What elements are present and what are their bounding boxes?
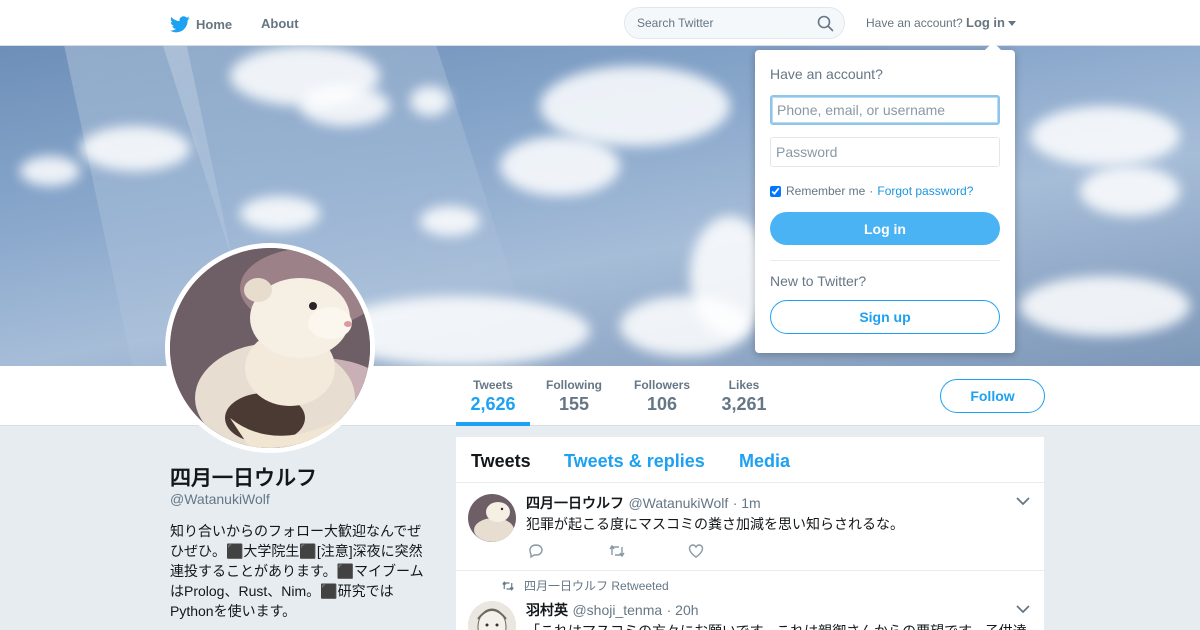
tab-tweets[interactable]: Tweets [471,451,531,472]
tweet-text: 犯罪が起こる度にマスコミの粪さ加減を思い知らされるな。 [526,516,904,532]
stat-likes-label: Likes [728,378,760,392]
stat-likes-value: 3,261 [721,394,767,414]
profile-handle[interactable]: @WatanukiWolf [170,491,270,507]
nav-about-link[interactable]: About [261,16,299,31]
remember-separator: · [869,184,874,198]
timeline-tabs: Tweets Tweets & replies Media [456,437,1044,483]
forgot-password-link[interactable]: Forgot password? [877,184,973,198]
stat-likes[interactable]: Likes 3,261 [716,378,772,415]
tweet-text: 「これはマスコミの方々にお願いです。これは親御さんからの要望です。子供達 [526,621,1027,630]
tweet-author-handle[interactable]: @WatanukiWolf [628,495,728,511]
retweet-icon[interactable] [608,543,688,564]
login-menu-label: Log in [966,15,1005,30]
stat-following[interactable]: Following 155 [540,378,608,415]
tweet-actions [528,543,768,564]
caret-down-icon [1008,20,1016,26]
have-account-text: Have an account? [866,16,963,30]
search-icon[interactable] [817,15,834,32]
tweet-author-handle[interactable]: @shoji_tenma [572,602,662,618]
tweet-author-avatar[interactable] [468,494,516,542]
signup-button[interactable]: Sign up [770,300,1000,334]
retweet-context: 四月一日ウルフ Retweeted [500,577,669,594]
tweet-item[interactable]: 四月一日ウルフ Retweeted 羽村英 @shoji_tenma · 20h… [456,571,1044,630]
remember-me-label[interactable]: Remember me [786,184,865,198]
remember-me-checkbox[interactable] [770,185,781,197]
tweet-timestamp[interactable]: · 20h [667,602,699,618]
profile-avatar[interactable] [165,243,375,453]
tweet-header: 四月一日ウルフ @WatanukiWolf · 1m [526,493,761,513]
tweet-header: 羽村英 @shoji_tenma · 20h [526,600,699,620]
stat-tweets-value: 2,626 [470,394,516,414]
timeline: Tweets Tweets & replies Media 四月一日ウルフ @W… [456,437,1044,630]
new-to-twitter-text: New to Twitter? [770,273,867,289]
search-input[interactable] [625,8,815,38]
profile-name: 四月一日ウルフ [170,467,317,490]
login-dropdown: Have an account? Remember me · Forgot pa… [755,42,1015,353]
login-menu-toggle[interactable]: Log in [966,15,1016,30]
ferret-photo [170,248,370,448]
profile-bio: 知り合いからのフォロー大歓迎なんでぜひぜひ。⬛大学院生⬛[注意]深夜に突然連投す… [170,523,424,619]
chevron-down-icon[interactable] [1016,604,1030,614]
top-navbar: Home About Have an account? Log in [0,0,1200,46]
nav-home-label: Home [196,16,233,32]
dropdown-divider [770,260,1000,261]
stat-tweets[interactable]: Tweets 2,626 [456,378,530,415]
stat-followers-value: 106 [646,394,678,414]
tweet-author-name[interactable]: 四月一日ウルフ [526,495,624,511]
reply-icon[interactable] [528,543,608,564]
search-box [624,7,845,39]
nav-home-link[interactable]: Home [170,13,232,35]
stat-followers-label: Followers [633,378,690,392]
tweet-timestamp[interactable]: · 1m [733,495,761,511]
follow-button[interactable]: Follow [940,379,1045,413]
stat-followers[interactable]: Followers 106 [628,378,696,415]
tweet-item[interactable]: 四月一日ウルフ @WatanukiWolf · 1m 犯罪が起こる度にマスコミの… [456,483,1044,571]
active-stat-underline [456,422,530,426]
retweet-small-icon [502,580,514,591]
tab-tweets-replies[interactable]: Tweets & replies [564,451,705,472]
login-button[interactable]: Log in [770,212,1000,245]
retweet-label: Retweeted [611,578,669,593]
like-icon[interactable] [688,543,768,564]
tweet-author-name[interactable]: 羽村英 [526,602,568,618]
twitter-bird-icon [170,15,190,32]
stat-following-label: Following [546,378,602,392]
remember-row: Remember me · Forgot password? [770,184,973,198]
login-dropdown-title: Have an account? [770,66,883,82]
tab-media[interactable]: Media [739,451,790,472]
retweet-by-name[interactable]: 四月一日ウルフ [524,577,608,594]
password-field[interactable] [770,137,1000,167]
tweet-author-avatar[interactable] [468,601,516,630]
chevron-down-icon[interactable] [1016,496,1030,506]
stat-tweets-label: Tweets [473,378,513,392]
username-field[interactable] [770,95,1000,125]
stat-following-value: 155 [558,394,590,414]
